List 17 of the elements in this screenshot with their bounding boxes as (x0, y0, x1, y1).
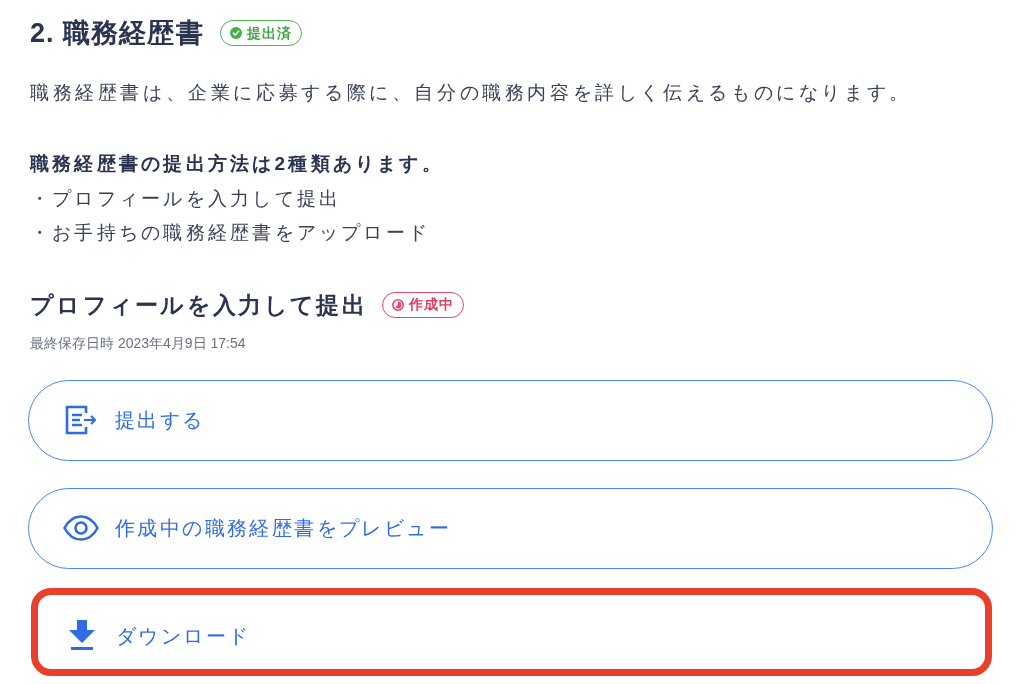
method-item: ・お手持ちの職務経歴書をアップロード (30, 221, 431, 245)
profile-heading: プロフィールを入力して提出 (30, 290, 367, 320)
status-badge: 作成中 (381, 291, 465, 318)
check-circle-icon (229, 27, 242, 39)
action-button[interactable]: ダウンロード (31, 587, 992, 676)
action-button[interactable]: 提出する (28, 379, 993, 461)
status-badge: 提出済 (219, 20, 303, 46)
last-saved-text: 最終保存日時 2023年4月9日 17:54 (30, 333, 246, 353)
method-item: ・プロフィールを入力して提出 (30, 186, 342, 211)
eye-icon (63, 515, 99, 541)
action-button[interactable]: 作成中の職務経歴書をプレビュー (28, 487, 993, 569)
section-title: 2. 職務経歴書 (30, 17, 204, 50)
download-icon (68, 620, 96, 651)
document-arrow-icon (65, 405, 97, 435)
half-circle-icon (391, 298, 404, 311)
methods-heading: 職務経歴書の提出方法は2種類あります。 (30, 152, 444, 176)
description-text: 職務経歴書は、企業に応募する際に、自分の職務内容を詳しく伝えるものになります。 (30, 81, 912, 105)
